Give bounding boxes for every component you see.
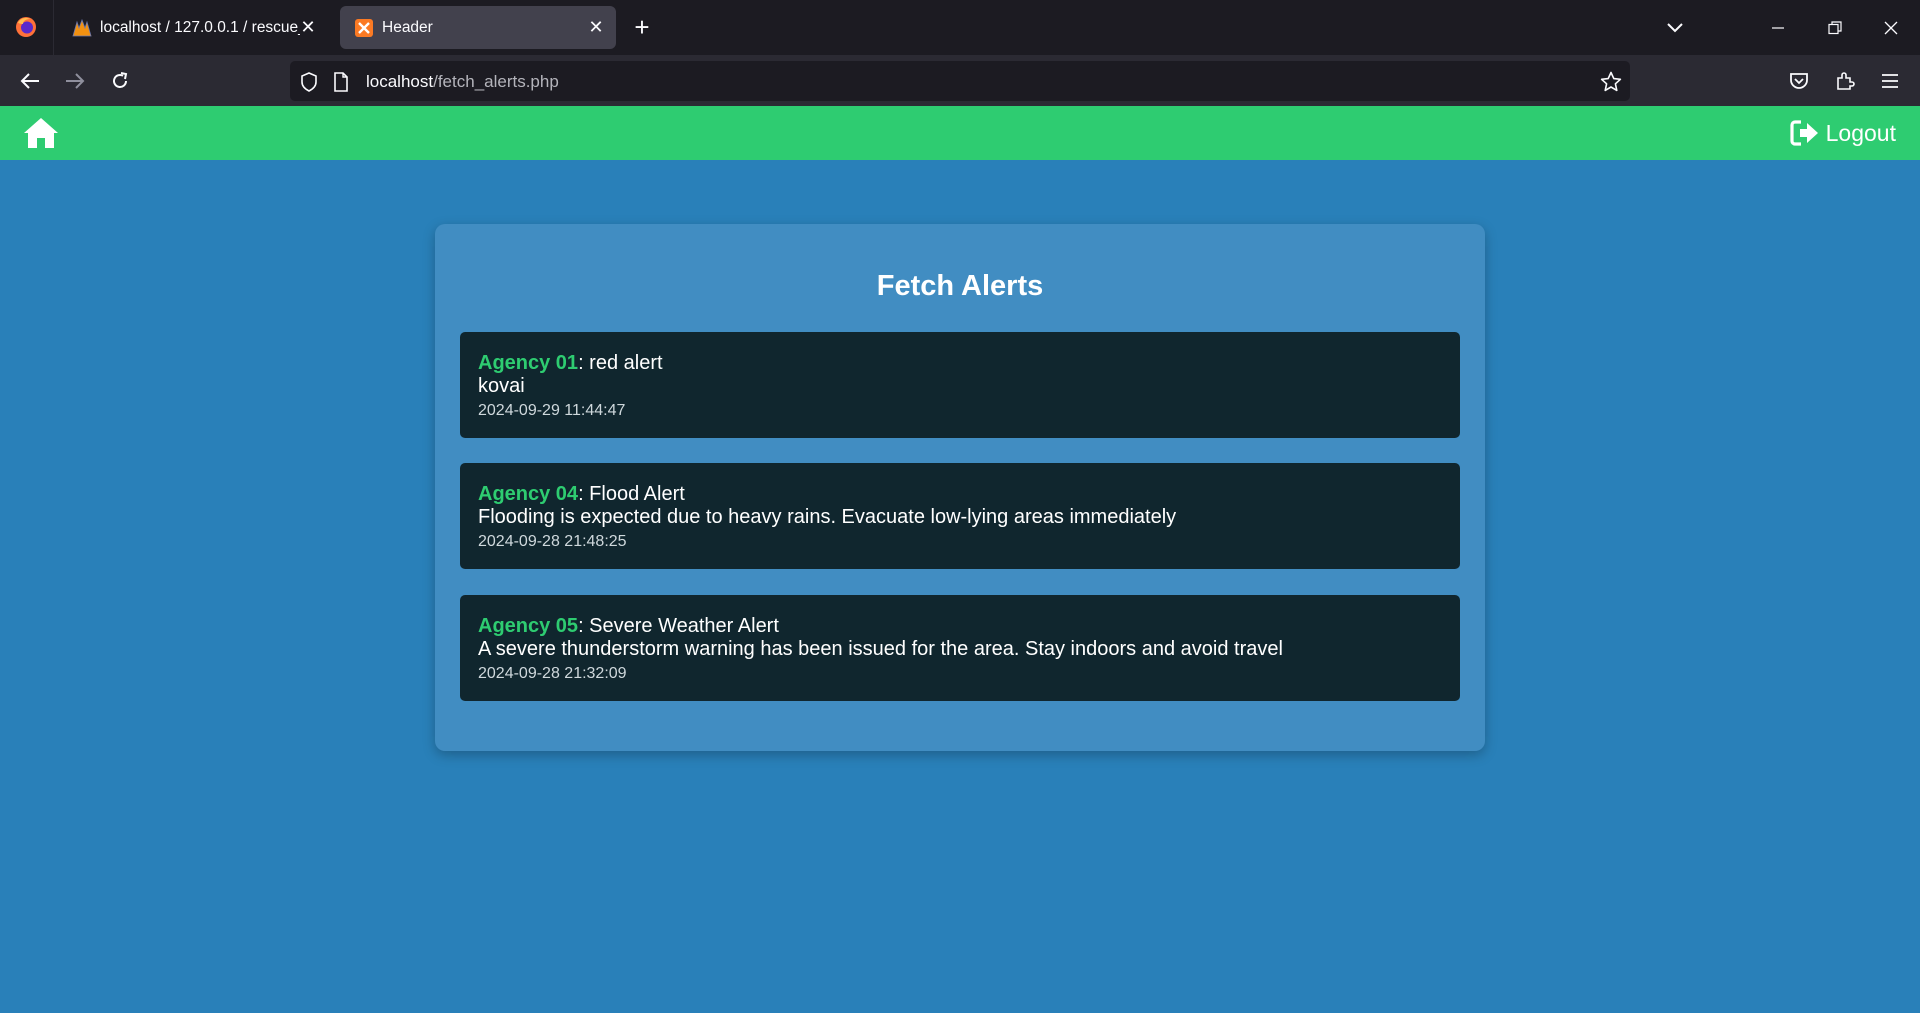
logout-label: Logout [1825,119,1896,146]
close-tab-icon[interactable]: ✕ [586,17,606,37]
back-arrow-icon[interactable] [15,66,45,96]
alert-timestamp: 2024-09-29 11:44:47 [478,402,626,419]
tab-title: localhost / 127.0.0.1 / rescue_agencies [100,18,300,36]
alert-message: kovai [478,375,525,397]
url-path: /fetch_alerts.php [433,72,559,91]
site-header: Logout [0,106,1920,160]
tab-title: Header [382,18,433,36]
alert-heading: Agency 01: red alert [478,352,1442,375]
alert-message: Flooding is expected due to heavy rains.… [478,506,1177,528]
list-all-tabs-chevron-icon[interactable] [1660,14,1690,42]
shield-icon[interactable] [298,71,320,93]
page-title: Fetch Alerts [876,270,1044,302]
hamburger-menu-icon[interactable] [1875,66,1905,96]
minimize-window-icon[interactable] [1763,14,1793,42]
browser-nav-bar: localhost/fetch_alerts.php [0,55,1920,106]
close-window-icon[interactable] [1876,14,1906,42]
alert-agency: Agency 04 [478,483,579,505]
xampp-icon [354,18,374,38]
alert-item: Agency 01: red alert kovai 2024-09-29 11… [460,332,1460,438]
alert-agency: Agency 05 [478,615,579,637]
alert-agency: Agency 01 [478,352,579,374]
page-info-icon[interactable] [330,71,352,93]
extensions-puzzle-icon[interactable] [1830,66,1860,96]
restore-window-icon[interactable] [1820,14,1850,42]
url-text[interactable]: localhost/fetch_alerts.php [366,72,559,92]
alert-item: Agency 05: Severe Weather Alert A severe… [460,595,1460,701]
address-bar[interactable]: localhost/fetch_alerts.php [290,61,1630,101]
tab-separator [53,0,54,55]
close-tab-icon[interactable]: ✕ [298,17,318,37]
forward-arrow-icon[interactable] [60,66,90,96]
alert-message: A severe thunderstorm warning has been i… [478,638,1283,660]
phpmyadmin-icon [72,18,92,38]
logout-button[interactable]: Logout [1790,118,1896,148]
home-icon[interactable] [22,116,60,150]
alert-heading: Agency 04: Flood Alert [478,483,1442,506]
bookmark-star-icon[interactable] [1600,71,1622,93]
alert-timestamp: 2024-09-28 21:48:25 [478,533,627,550]
alert-title: : Severe Weather Alert [578,615,779,637]
reload-icon[interactable] [105,66,135,96]
alert-timestamp: 2024-09-28 21:32:09 [478,665,627,682]
pocket-icon[interactable] [1784,66,1814,96]
new-tab-button[interactable]: + [628,14,656,42]
tab-header[interactable]: Header ✕ [340,6,616,49]
url-host: localhost [366,72,434,91]
browser-tab-bar: localhost / 127.0.0.1 / rescue_agencies … [0,0,1920,55]
firefox-logo-icon[interactable] [12,13,40,41]
alert-title: : Flood Alert [578,483,685,505]
alert-title: : red alert [578,352,663,374]
alert-heading: Agency 05: Severe Weather Alert [478,615,1442,638]
tab-phpmyadmin[interactable]: localhost / 127.0.0.1 / rescue_agencies … [58,6,328,49]
alerts-card: Fetch Alerts Agency 01: red alert kovai … [435,224,1485,751]
alert-item: Agency 04: Flood Alert Flooding is expec… [460,463,1460,569]
sign-out-icon [1790,119,1820,147]
